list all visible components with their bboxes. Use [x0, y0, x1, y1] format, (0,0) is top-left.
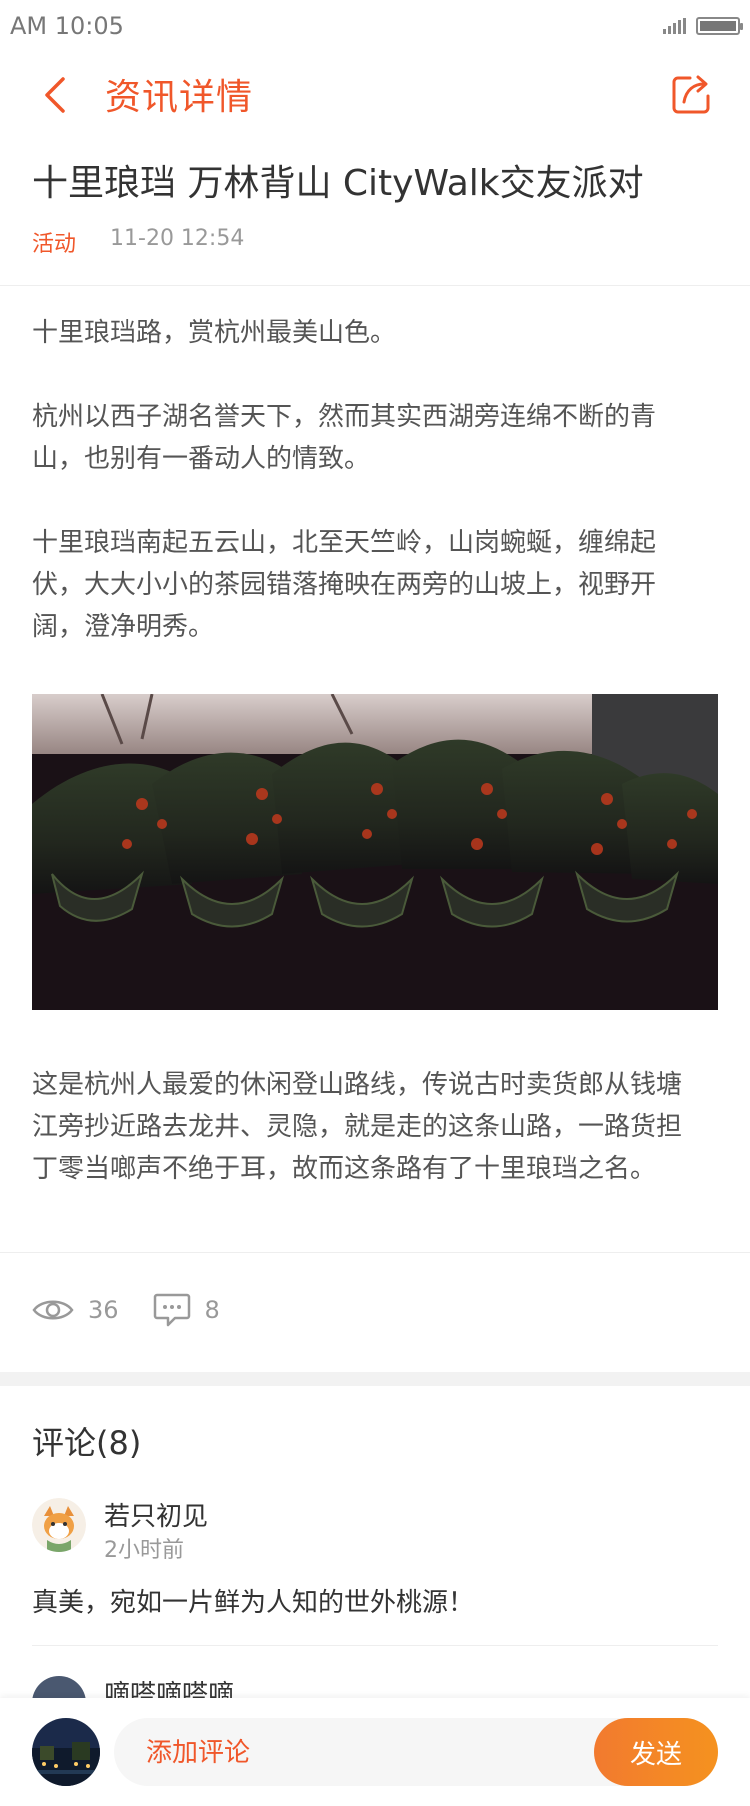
status-bar: AM 10:05 [0, 0, 750, 52]
stats-divider [0, 1252, 750, 1253]
article-category[interactable]: 活动 [32, 226, 76, 258]
article-body-after-image: 这是杭州人最爱的休闲登山路线，传说古时卖货郎从钱塘江旁抄近路去龙井、灵隐，就是走… [32, 1064, 704, 1190]
signal-icon [663, 18, 686, 34]
comment-author[interactable]: 若只初见 [104, 1496, 208, 1533]
article-meta: 活动 11-20 12:54 [32, 226, 244, 258]
eye-icon [32, 1300, 74, 1320]
comment-input[interactable] [144, 1718, 568, 1788]
comments-title: 评论(8) [32, 1424, 142, 1462]
article-title: 十里琅珰 万林背山 CityWalk交友派对 [32, 163, 644, 204]
header-divider [0, 285, 750, 286]
share-button[interactable] [664, 66, 720, 122]
article-paragraph: 这是杭州人最爱的休闲登山路线，传说古时卖货郎从钱塘江旁抄近路去龙井、灵隐，就是走… [32, 1070, 683, 1184]
comments-stat[interactable]: 8 [153, 1292, 220, 1328]
nav-bar: 资讯详情 [0, 52, 750, 140]
stats-row: 36 8 [32, 1292, 254, 1328]
article-paragraph: 十里琅珰南起五云山，北至天竺岭，山岗蜿蜒，缠绵起伏，大大小小的茶园错落掩映在两旁… [32, 528, 657, 642]
status-icons [663, 17, 743, 35]
comments-count: 8 [204, 1296, 220, 1324]
article-image [32, 694, 718, 1010]
current-user-avatar[interactable] [32, 1718, 100, 1786]
comment-time: 2小时前 [104, 1538, 184, 1563]
share-icon [672, 75, 710, 114]
back-button[interactable] [30, 70, 80, 120]
comment-input-bar: 发送 [0, 1698, 750, 1806]
article-paragraph: 十里琅珰路，赏杭州最美山色。 [32, 318, 397, 348]
article-datetime: 11-20 12:54 [110, 226, 245, 251]
comment-text: 真美，宛如一片鲜为人知的世外桃源！ [32, 1588, 475, 1618]
views-stat: 36 [32, 1296, 119, 1324]
avatar[interactable] [32, 1498, 86, 1552]
comment-box: 发送 [114, 1718, 718, 1788]
comment-bubble-icon [153, 1293, 190, 1327]
comment-divider [32, 1645, 718, 1646]
status-time: AM 10:05 [10, 12, 124, 40]
section-separator [0, 1372, 750, 1386]
chevron-left-icon [45, 77, 65, 113]
send-button[interactable]: 发送 [594, 1718, 718, 1786]
page-title: 资讯详情 [105, 77, 254, 118]
views-count: 36 [88, 1296, 119, 1324]
article-body: 十里琅珰路，赏杭州最美山色。 杭州以西子湖名誉天下，然而其实西湖旁连绵不断的青山… [32, 312, 704, 690]
article-paragraph: 杭州以西子湖名誉天下，然而其实西湖旁连绵不断的青山，也别有一番动人的情致。 [32, 402, 657, 474]
battery-icon [696, 17, 743, 35]
